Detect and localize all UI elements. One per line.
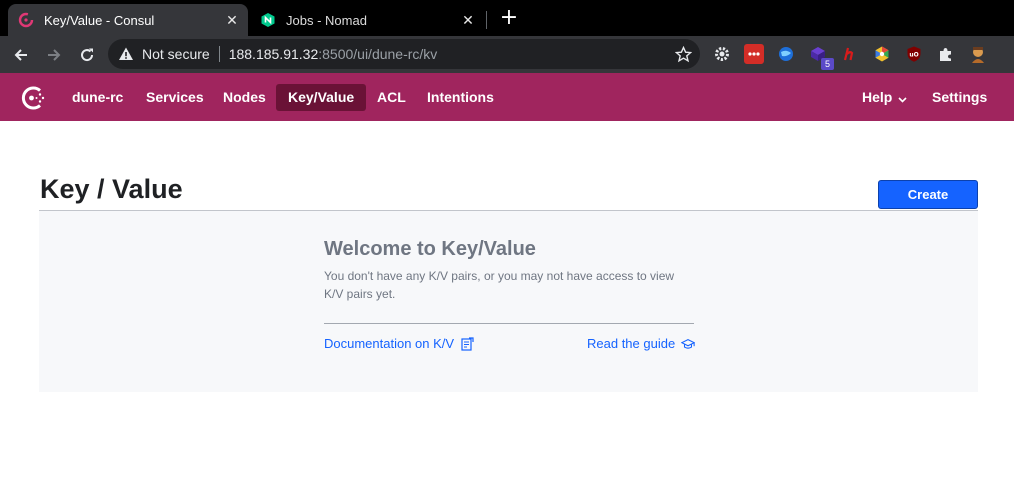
guide-link-label: Read the guide: [587, 336, 676, 351]
nomad-icon: [260, 12, 276, 28]
tab-nomad-jobs[interactable]: Jobs - Nomad ✕: [250, 4, 484, 36]
nav-key-value[interactable]: Key/Value: [276, 84, 367, 111]
empty-state-divider: [324, 323, 694, 324]
extension-badge: 5: [821, 58, 834, 70]
gear-icon[interactable]: [712, 44, 732, 64]
datacenter-selector[interactable]: dune-rc: [60, 84, 135, 111]
documentation-link-label: Documentation on K/V: [324, 336, 455, 351]
tab-title: Jobs - Nomad: [286, 12, 367, 28]
new-tab-button[interactable]: +: [498, 7, 520, 29]
reload-button[interactable]: [74, 42, 100, 68]
tab-consul-key-value[interactable]: Key/Value - Consul ✕: [8, 4, 248, 36]
colorpicker-icon[interactable]: [872, 44, 892, 64]
graduation-cap-icon: [681, 337, 696, 351]
tab-title: Key/Value - Consul: [44, 12, 155, 28]
close-tab-icon[interactable]: ✕: [222, 10, 242, 30]
nav-acl[interactable]: ACL: [365, 84, 418, 111]
help-menu[interactable]: Help: [850, 84, 919, 111]
consul-logo-icon[interactable]: [20, 84, 48, 112]
nav-services[interactable]: Services: [134, 84, 216, 111]
browser-toolbar: Not secure 188.185.91.32:8500/ui/dune-rc…: [0, 36, 1014, 73]
empty-state-body: You don't have any K/V pairs, or you may…: [324, 269, 675, 301]
close-tab-icon[interactable]: ✕: [458, 10, 478, 30]
globe-icon[interactable]: [776, 44, 796, 64]
consul-icon: [18, 12, 34, 28]
cube-icon[interactable]: 5: [808, 44, 834, 70]
reload-icon: [81, 48, 94, 62]
svg-text:uO: uO: [909, 52, 918, 59]
puzzle-icon[interactable]: [936, 44, 956, 64]
ublock-icon[interactable]: uO: [904, 44, 924, 64]
chevron-down-icon: [898, 85, 907, 112]
lastpass-icon[interactable]: [744, 44, 764, 64]
h-icon[interactable]: [840, 44, 860, 64]
documentation-link[interactable]: Documentation on K/V: [324, 336, 474, 351]
nav-settings[interactable]: Settings: [920, 84, 999, 111]
browser-tab-strip: Key/Value - Consul ✕ Jobs - Nomad ✕ +: [0, 0, 1014, 36]
page-title: Key / Value: [40, 174, 183, 204]
empty-state-heading: Welcome to Key/Value: [324, 238, 536, 260]
omnibox-divider: [218, 46, 220, 62]
back-button[interactable]: [8, 42, 34, 68]
create-button[interactable]: Create: [878, 180, 978, 209]
consul-header: dune-rc Services Nodes Key/Value ACL Int…: [0, 73, 1014, 121]
url-text[interactable]: 188.185.91.32:8500/ui/dune-rc/kv: [229, 46, 438, 62]
tab-separator: [486, 11, 487, 29]
bookmark-star-icon[interactable]: [674, 45, 692, 63]
url-path: :8500/ui/dune-rc/kv: [318, 46, 438, 62]
guide-link[interactable]: Read the guide: [587, 336, 696, 351]
security-label[interactable]: Not secure: [142, 46, 210, 62]
url-host: 188.185.91.32: [228, 46, 319, 62]
forward-button[interactable]: [41, 42, 67, 68]
nav-intentions[interactable]: Intentions: [415, 84, 506, 111]
warning-icon[interactable]: [118, 46, 134, 62]
help-label: Help: [862, 89, 893, 105]
avatar-icon[interactable]: [968, 44, 988, 64]
document-icon: [460, 336, 474, 351]
back-arrow-icon: [14, 49, 27, 61]
forward-arrow-icon: [48, 49, 61, 61]
address-bar[interactable]: Not secure 188.185.91.32:8500/ui/dune-rc…: [108, 39, 700, 69]
nav-nodes[interactable]: Nodes: [211, 84, 278, 111]
